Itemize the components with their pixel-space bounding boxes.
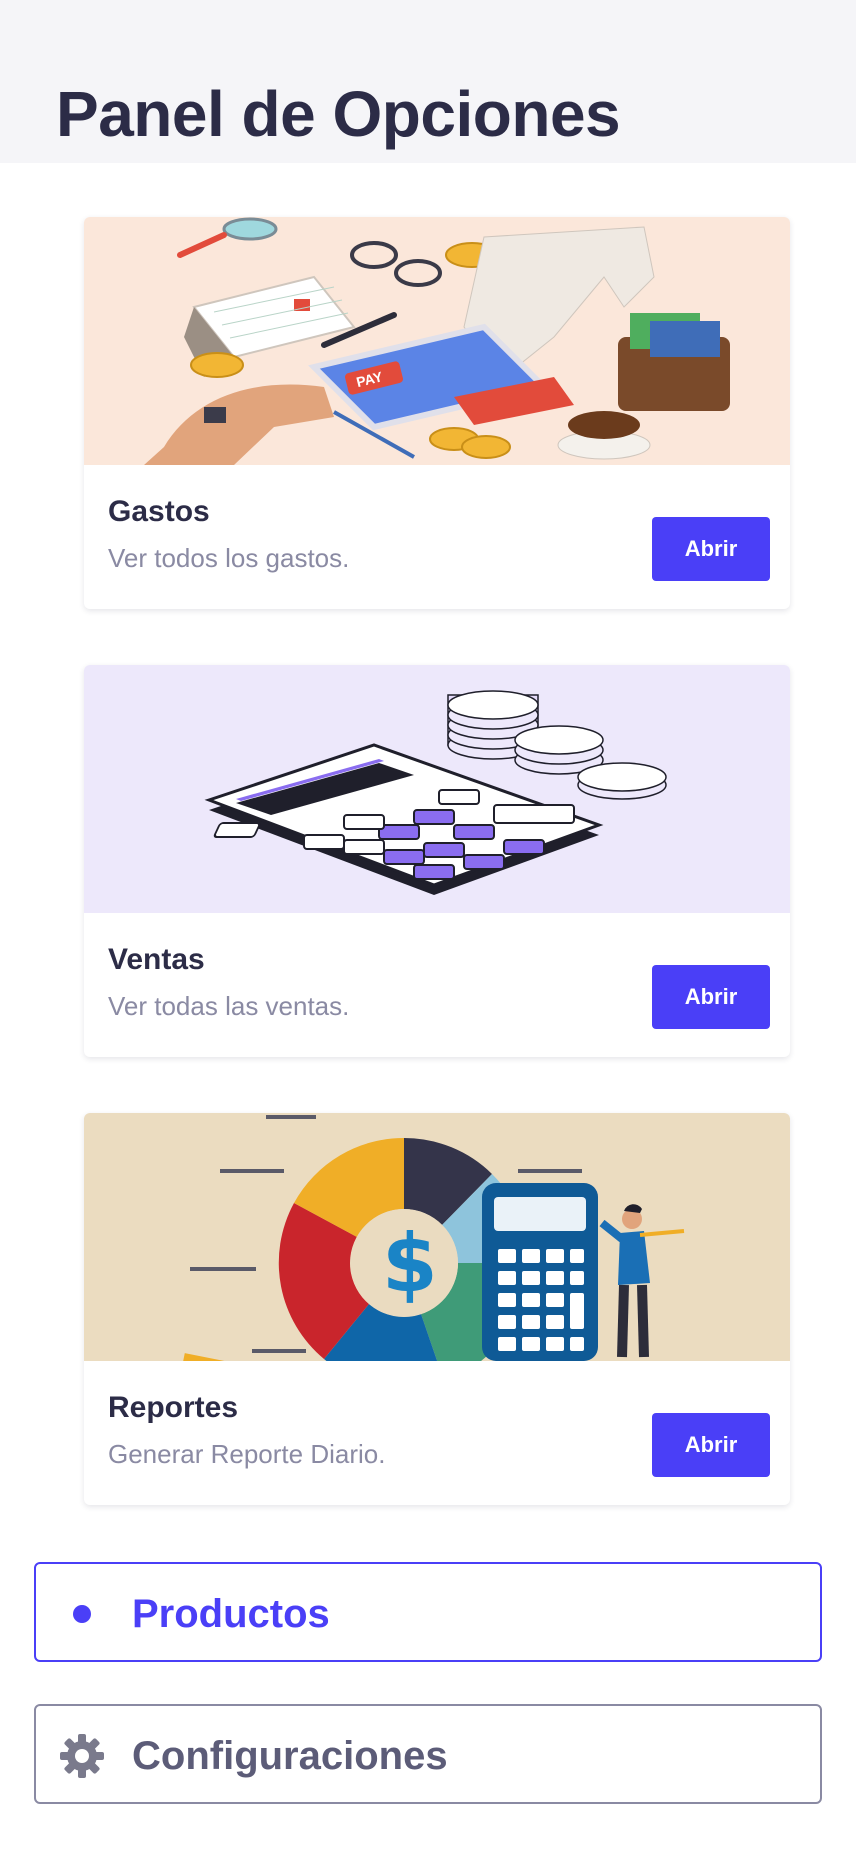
card-description: Ver todas las ventas. bbox=[108, 991, 350, 1021]
card-ventas: Ventas Ver todas las ventas. Abrir bbox=[84, 665, 790, 1057]
ventas-illustration bbox=[84, 665, 790, 913]
bullet-icon bbox=[58, 1590, 106, 1638]
card-description: Generar Reporte Diario. bbox=[108, 1439, 386, 1469]
card-body: Gastos Ver todos los gastos. Abrir bbox=[84, 465, 790, 609]
nav-label: Configuraciones bbox=[132, 1734, 448, 1778]
card-title: Reportes bbox=[108, 1391, 239, 1424]
open-reportes-button[interactable]: Abrir bbox=[652, 1413, 770, 1477]
card-gastos: PAY Gastos Ver todos los gastos. Abrir bbox=[84, 217, 790, 609]
card-body: Reportes Generar Reporte Diario. Abrir bbox=[84, 1361, 790, 1505]
gear-icon bbox=[58, 1732, 106, 1780]
svg-text:$: $ bbox=[382, 1217, 438, 1310]
card-description: Ver todos los gastos. bbox=[108, 543, 350, 573]
reportes-illustration: $ bbox=[84, 1113, 790, 1361]
card-title: Gastos bbox=[108, 495, 210, 528]
open-gastos-button[interactable]: Abrir bbox=[652, 517, 770, 581]
nav-item-configuraciones[interactable]: Configuraciones bbox=[34, 1704, 822, 1804]
nav-label: Productos bbox=[132, 1592, 330, 1636]
card-title: Ventas bbox=[108, 943, 205, 976]
card-body: Ventas Ver todas las ventas. Abrir bbox=[84, 913, 790, 1057]
card-reportes: $ Reportes Generar Reporte Diario. Abrir bbox=[84, 1113, 790, 1505]
open-ventas-button[interactable]: Abrir bbox=[652, 965, 770, 1029]
header: Panel de Opciones bbox=[0, 0, 856, 163]
gastos-illustration: PAY bbox=[84, 217, 790, 465]
nav-item-productos[interactable]: Productos bbox=[34, 1562, 822, 1662]
page-title: Panel de Opciones bbox=[56, 78, 621, 150]
